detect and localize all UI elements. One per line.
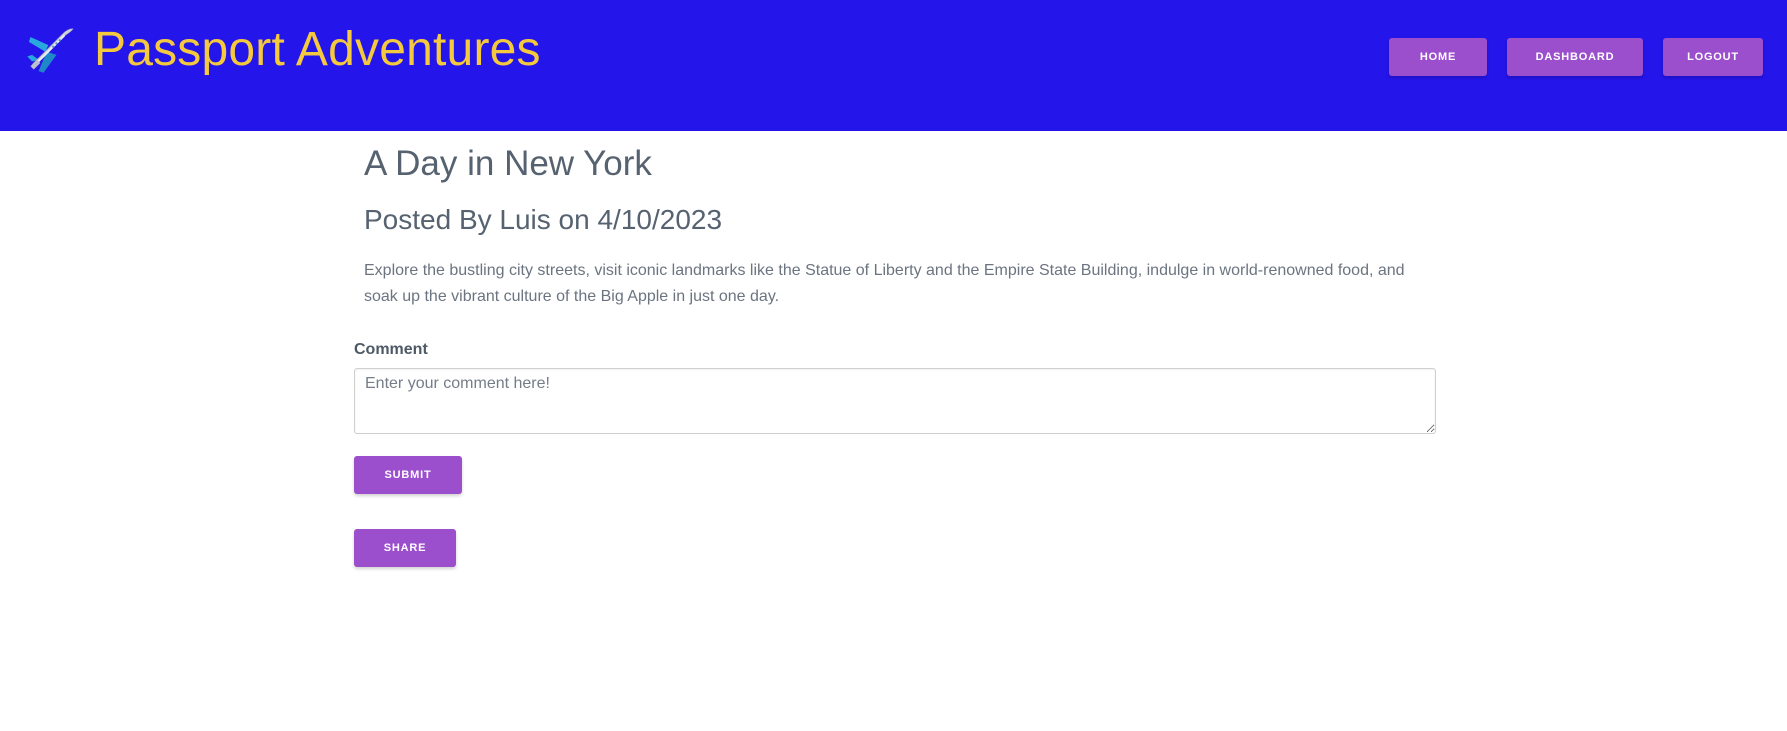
brand-title: Passport Adventures [94, 23, 541, 76]
post-meta: Posted By Luis on 4/10/2023 [364, 204, 723, 235]
site-header: Passport Adventures HOME DASHBOARD LOGOU… [0, 0, 1787, 131]
airplane-icon [27, 28, 74, 73]
logout-button[interactable]: LOGOUT [1663, 38, 1763, 76]
post-title: A Day in New York [364, 144, 652, 183]
home-button[interactable]: HOME [1389, 38, 1487, 76]
comment-input[interactable] [354, 368, 1436, 434]
comment-label: Comment [354, 341, 428, 358]
submit-button[interactable]: SUBMIT [354, 456, 462, 494]
main-nav: HOME DASHBOARD LOGOUT [1389, 38, 1763, 76]
post: A Day in New York Posted By Luis on 4/10… [364, 140, 1424, 310]
post-body: Explore the bustling city streets, visit… [364, 262, 1405, 305]
brand[interactable]: Passport Adventures [24, 22, 541, 78]
share-button[interactable]: SHARE [354, 529, 456, 567]
comment-form: Comment SUBMIT SHARE [354, 340, 1436, 567]
dashboard-button[interactable]: DASHBOARD [1507, 38, 1643, 76]
